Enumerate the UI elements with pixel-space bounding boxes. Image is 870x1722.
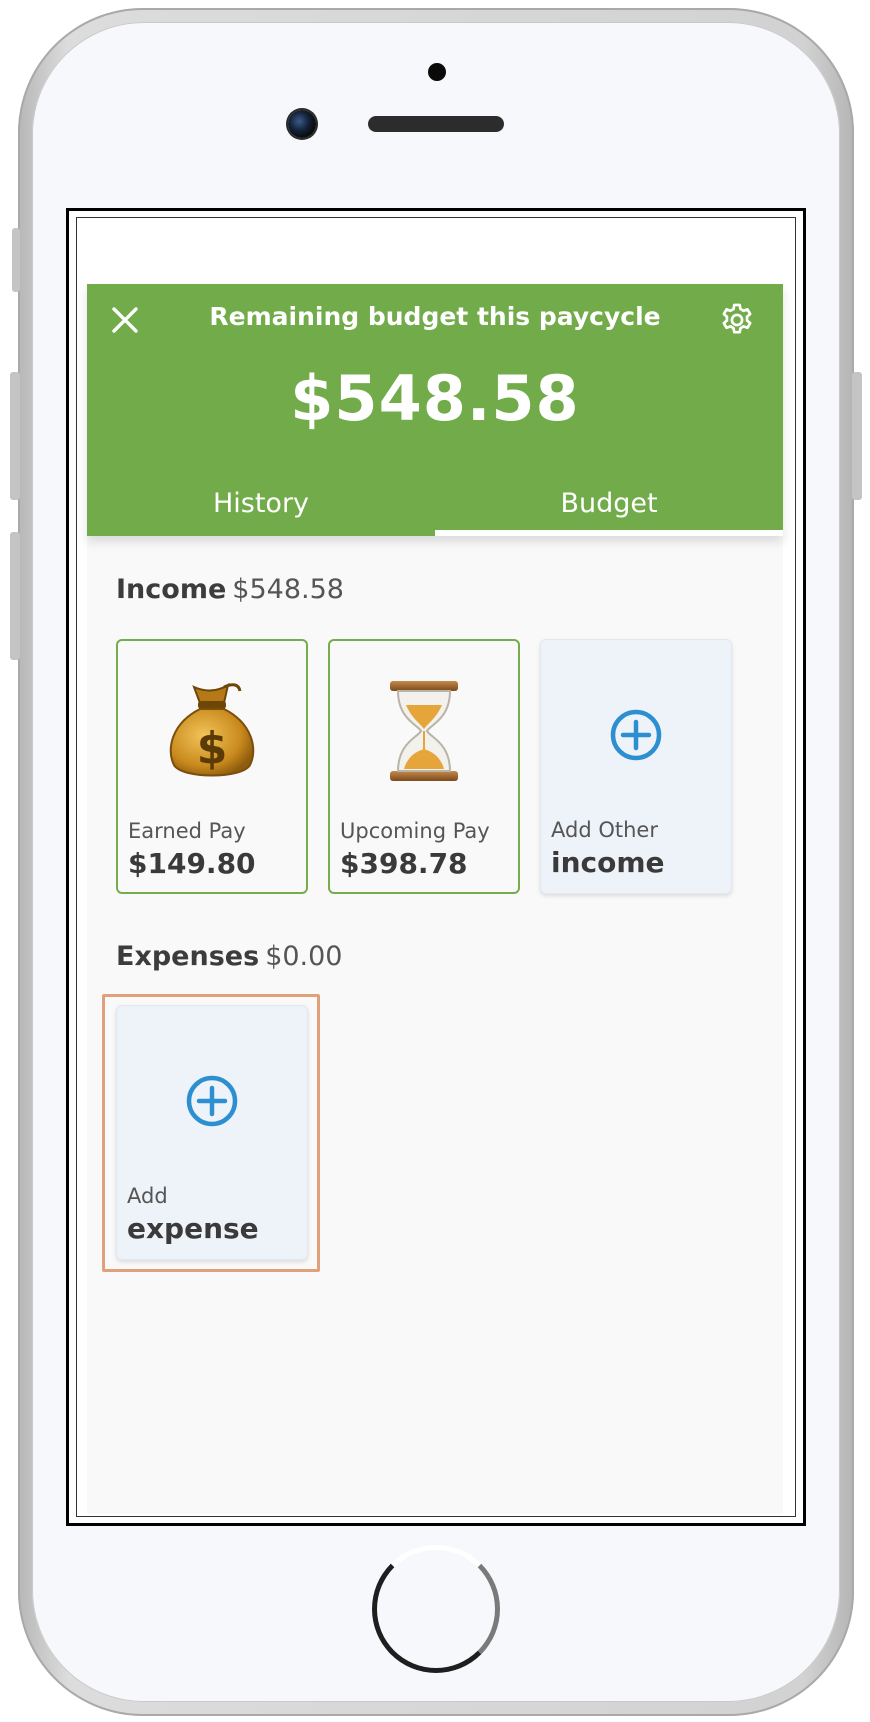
- expenses-total: $0.00: [265, 941, 343, 972]
- income-label: Income: [116, 574, 227, 605]
- earned-pay-value: $149.80: [128, 847, 256, 880]
- add-other-income-value: income: [551, 846, 665, 879]
- svg-text:$: $: [197, 723, 228, 774]
- header-title: Remaining budget this paycycle: [209, 302, 661, 331]
- expenses-heading: Expenses $0.00: [116, 941, 342, 972]
- money-bag-icon: $: [169, 682, 255, 777]
- tab-bar: History Budget: [87, 482, 783, 536]
- settings-button[interactable]: [717, 300, 757, 340]
- expenses-label: Expenses: [116, 941, 260, 972]
- remaining-budget-amount: $548.58: [290, 362, 580, 435]
- earpiece-speaker: [368, 116, 504, 132]
- home-button[interactable]: [372, 1545, 500, 1673]
- earned-pay-card[interactable]: $ Earned Pay $149.80: [116, 639, 308, 894]
- upcoming-pay-value: $398.78: [340, 847, 468, 880]
- phone-side-button-power: [852, 372, 862, 500]
- hourglass-icon: [390, 681, 458, 781]
- budget-header: Remaining budget this paycycle $548.58 H…: [87, 284, 783, 536]
- add-other-income-card[interactable]: Add Other income: [540, 639, 732, 894]
- phone-side-button-volume-up: [10, 372, 20, 500]
- income-heading: Income $548.58: [116, 574, 344, 605]
- screen: Remaining budget this paycycle $548.58 H…: [76, 217, 796, 1517]
- gear-icon: [722, 303, 752, 334]
- upcoming-pay-card[interactable]: Upcoming Pay $398.78: [328, 639, 520, 894]
- front-camera: [288, 110, 316, 138]
- add-circle-icon: [186, 1075, 238, 1127]
- add-expense-value: expense: [127, 1212, 259, 1245]
- tab-history[interactable]: History: [87, 482, 435, 536]
- phone-side-button-silent: [12, 228, 20, 292]
- upcoming-pay-label: Upcoming Pay: [340, 819, 490, 843]
- add-expense-card[interactable]: Add expense: [116, 1005, 308, 1260]
- income-total: $548.58: [232, 574, 344, 605]
- earned-pay-label: Earned Pay: [128, 819, 246, 843]
- tab-budget[interactable]: Budget: [435, 482, 783, 536]
- add-circle-icon: [610, 709, 662, 761]
- add-other-income-label: Add Other: [551, 818, 658, 842]
- proximity-sensor: [428, 63, 446, 81]
- add-expense-label: Add: [127, 1184, 168, 1208]
- budget-app: Remaining budget this paycycle $548.58 H…: [87, 284, 783, 1514]
- phone-side-button-volume-down: [10, 532, 20, 660]
